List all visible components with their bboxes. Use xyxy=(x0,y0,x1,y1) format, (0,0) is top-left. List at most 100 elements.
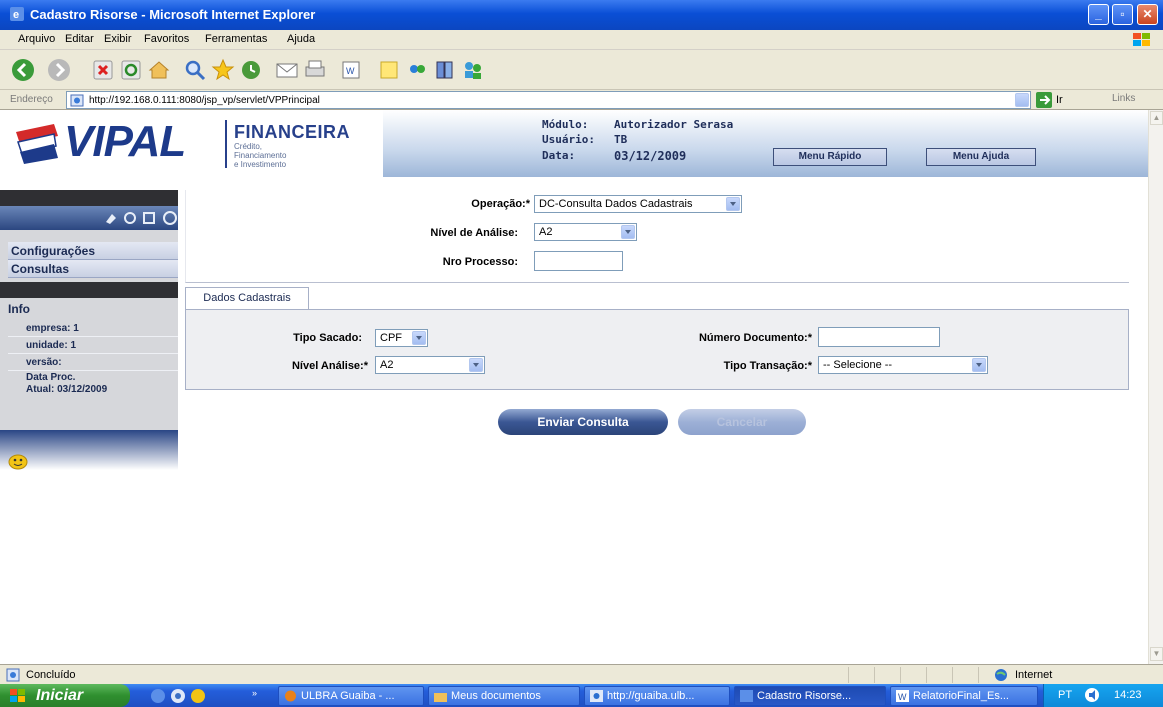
quicklaunch-messenger-icon[interactable] xyxy=(190,688,206,704)
chevron-down-icon xyxy=(469,358,483,372)
task-ulbra-guaiba[interactable]: ULBRA Guaiba - ... xyxy=(278,686,424,706)
data-label: Data: xyxy=(542,149,576,162)
ie-icon xyxy=(740,690,753,702)
usuario-value: TB xyxy=(614,133,628,146)
windows-logo-icon xyxy=(1133,33,1150,46)
financeira-subtitle: Crédito, Financiamento e Investimento xyxy=(234,142,286,169)
address-url: http://192.168.0.111:8080/jsp_vp/servlet… xyxy=(89,95,320,106)
tipo-transacao-select[interactable]: -- Selecione -- xyxy=(818,356,988,374)
go-label: Ir xyxy=(1056,94,1063,106)
address-input[interactable]: http://192.168.0.111:8080/jsp_vp/servlet… xyxy=(66,91,1031,109)
task-relatorio-final[interactable]: W RelatorioFinal_Es... xyxy=(890,686,1038,706)
print-icon[interactable] xyxy=(302,57,328,83)
menu-editar[interactable]: Editar xyxy=(65,33,94,45)
tipo-transacao-select-value: -- Selecione -- xyxy=(823,359,893,371)
task-label: ULBRA Guaiba - ... xyxy=(301,690,395,702)
favorites-icon[interactable] xyxy=(210,57,236,83)
enviar-consulta-button[interactable]: Enviar Consulta xyxy=(498,409,668,435)
nivel-analise-select[interactable]: A2 xyxy=(534,223,637,241)
cancelar-button[interactable]: Cancelar xyxy=(678,409,806,435)
page-icon xyxy=(70,94,84,107)
back-icon[interactable] xyxy=(10,57,36,83)
forward-icon[interactable] xyxy=(46,57,72,83)
mail-icon[interactable] xyxy=(274,57,300,83)
language-indicator[interactable]: PT xyxy=(1058,689,1072,701)
numero-documento-input[interactable] xyxy=(818,327,940,347)
sidebar: Configurações Consultas Info empresa: 1 … xyxy=(0,190,178,470)
quicklaunch-expand-icon[interactable]: » xyxy=(252,688,257,698)
modulo-label: Módulo: xyxy=(542,118,589,131)
chevron-down-icon xyxy=(412,331,426,345)
go-button[interactable]: Ir xyxy=(1036,92,1072,108)
svg-text:e: e xyxy=(13,9,19,21)
data-value: 03/12/2009 xyxy=(614,149,687,163)
address-dropdown-icon[interactable] xyxy=(1015,93,1029,107)
close-button[interactable]: ✕ xyxy=(1137,4,1158,25)
menu-arquivo[interactable]: Arquivo xyxy=(18,33,55,45)
nivel-analise-select-value: A2 xyxy=(539,226,553,238)
status-bar: Concluído Internet xyxy=(0,664,1163,684)
financeira-sub-3: e Investimento xyxy=(234,160,287,169)
nro-processo-label: Nro Processo: xyxy=(442,256,518,268)
notes-icon[interactable] xyxy=(376,57,402,83)
quicklaunch-media-icon[interactable] xyxy=(170,688,186,704)
word-doc-icon: W xyxy=(896,690,909,702)
header-banner: VIPAL FINANCEIRA Crédito, Financiamento … xyxy=(0,110,1148,177)
financeira-title: FINANCEIRA xyxy=(234,122,350,142)
task-meus-documentos[interactable]: Meus documentos xyxy=(428,686,580,706)
start-button[interactable]: Iniciar xyxy=(0,684,130,707)
svg-text:W: W xyxy=(346,66,355,76)
search-icon[interactable] xyxy=(182,57,208,83)
menu-rapido-button[interactable]: Menu Rápido xyxy=(773,148,887,166)
task-guaiba-ulbra[interactable]: http://guaiba.ulb... xyxy=(584,686,730,706)
page-done-icon xyxy=(6,668,20,682)
sidebar-item-configuracoes[interactable]: Configurações xyxy=(8,242,178,260)
stop-icon[interactable] xyxy=(90,57,116,83)
operacao-label: Operação:* xyxy=(471,198,530,210)
scroll-up-icon[interactable]: ▲ xyxy=(1150,111,1163,125)
sidebar-tool-icons xyxy=(106,211,177,225)
word-icon[interactable]: W xyxy=(338,57,364,83)
dados-cadastrais-panel: Tipo Sacado: CPF Nível Análise:* A2 Núme… xyxy=(185,309,1129,390)
windows-start-icon xyxy=(10,689,25,702)
internet-zone-icon xyxy=(995,669,1007,681)
home-icon[interactable] xyxy=(146,57,172,83)
start-label: Iniciar xyxy=(36,687,84,704)
minimize-button[interactable]: _ xyxy=(1088,4,1109,25)
menu-ferramentas[interactable]: Ferramentas xyxy=(205,33,267,45)
sidebar-divider-bar xyxy=(0,282,178,298)
sidebar-item-consultas[interactable]: Consultas xyxy=(8,260,178,278)
vertical-scrollbar[interactable]: ▲ ▼ xyxy=(1148,110,1163,664)
refresh-icon[interactable] xyxy=(118,57,144,83)
tab-dados-cadastrais[interactable]: Dados Cadastrais xyxy=(185,287,309,310)
volume-icon[interactable] xyxy=(1084,687,1100,703)
history-icon[interactable] xyxy=(238,57,264,83)
task-label: Cadastro Risorse... xyxy=(757,690,852,702)
task-label: RelatorioFinal_Es... xyxy=(913,690,1009,702)
links-button[interactable]: Links xyxy=(1112,93,1135,104)
menu-favoritos[interactable]: Favoritos xyxy=(144,33,189,45)
research-icon[interactable] xyxy=(432,57,458,83)
status-separator xyxy=(848,667,849,683)
messenger-icon[interactable] xyxy=(404,57,430,83)
smiley-icon[interactable] xyxy=(8,454,28,470)
nro-processo-input[interactable] xyxy=(534,251,623,271)
nivel-analise-tab-select[interactable]: A2 xyxy=(375,356,485,374)
chevron-down-icon xyxy=(972,358,986,372)
system-tray: PT 14:23 xyxy=(1043,684,1163,707)
maximize-button[interactable]: ▫ xyxy=(1112,4,1133,25)
modulo-value: Autorizador Serasa xyxy=(614,118,734,131)
numero-documento-label: Número Documento:* xyxy=(698,332,812,344)
menu-ajuda-button[interactable]: Menu Ajuda xyxy=(926,148,1036,166)
menu-ajuda[interactable]: Ajuda xyxy=(287,33,315,45)
menubar: Arquivo Editar Exibir Favoritos Ferramen… xyxy=(0,30,1163,50)
quicklaunch-ie-icon[interactable] xyxy=(150,688,166,704)
users-icon[interactable] xyxy=(460,57,486,83)
task-cadastro-risorse[interactable]: Cadastro Risorse... xyxy=(734,686,886,706)
info-title: Info xyxy=(8,302,30,316)
tipo-sacado-select[interactable]: CPF xyxy=(375,329,428,347)
operacao-select[interactable]: DC-Consulta Dados Cadastrais xyxy=(534,195,742,213)
menu-exibir[interactable]: Exibir xyxy=(104,33,132,45)
firefox-icon xyxy=(285,690,296,702)
scroll-down-icon[interactable]: ▼ xyxy=(1150,647,1163,661)
